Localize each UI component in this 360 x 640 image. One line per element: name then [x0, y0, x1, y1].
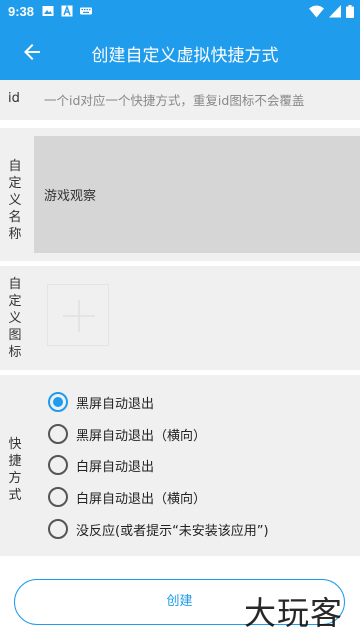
plus-icon: [63, 300, 95, 332]
radio-button[interactable]: [48, 424, 68, 444]
radio-button[interactable]: [48, 519, 68, 539]
radio-button-checked[interactable]: [48, 392, 68, 412]
text-a-icon: [61, 5, 73, 17]
radio-button[interactable]: [48, 455, 68, 475]
image-icon: [42, 6, 54, 16]
icon-label: 自定义图标: [0, 276, 30, 361]
radio-label: 黑屏自动退出: [76, 396, 155, 412]
name-input[interactable]: 游戏观察: [34, 136, 360, 253]
radio-option-2[interactable]: 黑屏自动退出（横向）: [48, 422, 206, 446]
radio-label: 黑屏自动退出（横向）: [76, 428, 207, 444]
method-label-text: 快捷方式: [8, 437, 22, 503]
name-label: 自定义名称: [0, 158, 30, 243]
battery-icon: [346, 5, 354, 18]
app-bar: 创建自定义虚拟快捷方式: [0, 24, 360, 80]
create-button-label: 创建: [166, 594, 193, 609]
id-input[interactable]: [34, 80, 360, 120]
icon-picker[interactable]: [47, 284, 109, 346]
status-bar: 9:38: [0, 0, 360, 24]
status-time: 9:38: [8, 4, 35, 19]
radio-option-5[interactable]: 没反应(或者提示“未安装该应用”): [48, 517, 269, 541]
name-input-value: 游戏观察: [44, 189, 97, 204]
radio-option-1[interactable]: 黑屏自动退出: [48, 390, 154, 414]
name-section: 自定义名称 游戏观察: [0, 128, 360, 261]
icon-section: 自定义图标: [0, 266, 360, 370]
radio-label: 没反应(或者提示“未安装该应用”): [76, 523, 269, 539]
page-title: 创建自定义虚拟快捷方式: [91, 46, 279, 66]
method-label: 快捷方式: [0, 436, 30, 504]
radio-button[interactable]: [48, 487, 68, 507]
method-section: 快捷方式 黑屏自动退出 黑屏自动退出（横向） 白屏自动退出 白屏自动退出（横向）…: [0, 375, 360, 556]
keyboard-icon: [80, 7, 92, 15]
icon-label-text: 自定义图标: [8, 277, 22, 360]
radio-label: 白屏自动退出: [76, 459, 155, 475]
radio-option-4[interactable]: 白屏自动退出（横向）: [48, 485, 206, 509]
radio-label: 白屏自动退出（横向）: [76, 491, 207, 507]
name-label-text: 自定义名称: [8, 159, 22, 242]
id-section: id: [0, 80, 360, 120]
watermark: 大玩客: [244, 594, 344, 632]
id-label: id: [8, 91, 20, 106]
wifi-icon: [309, 5, 324, 18]
radio-option-3[interactable]: 白屏自动退出: [48, 453, 154, 477]
signal-icon: [329, 5, 341, 18]
